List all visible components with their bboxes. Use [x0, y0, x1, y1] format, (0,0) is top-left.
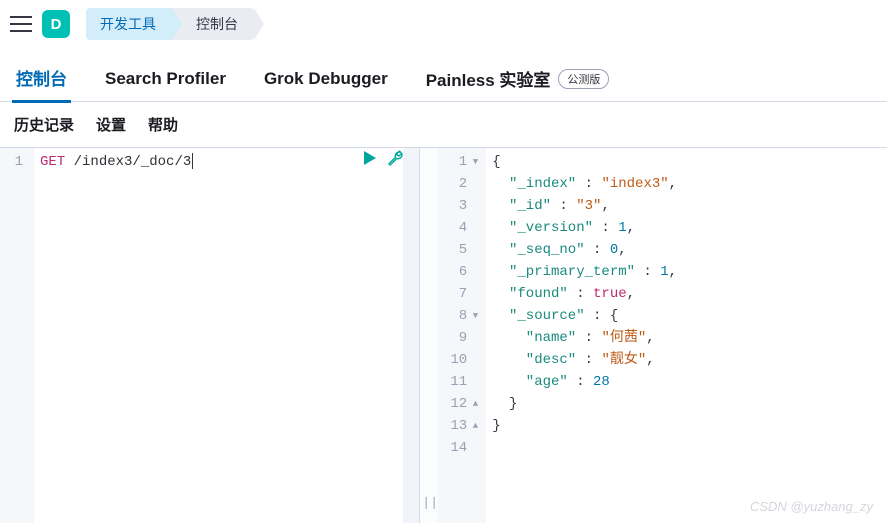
code-line: "found" : true,: [492, 283, 881, 305]
breadcrumb-dev-tools[interactable]: 开发工具: [86, 8, 172, 40]
tab-search-profiler[interactable]: Search Profiler: [101, 59, 230, 99]
line-number: 4: [442, 217, 482, 239]
line-number: 11: [442, 371, 482, 393]
code-line: {: [492, 151, 881, 173]
request-actions: [363, 150, 403, 166]
line-number: 2: [442, 173, 482, 195]
code-line: }: [492, 393, 881, 415]
subnav-history[interactable]: 历史记录: [14, 114, 74, 135]
editor-container: 1 GET /index3/_doc/3 ❘❘ 1▼2345678▼910111…: [0, 147, 887, 523]
tab-bar: 控制台 Search Profiler Grok Debugger Painle…: [0, 56, 887, 102]
wrench-icon[interactable]: [387, 150, 403, 166]
sub-nav: 历史记录 设置 帮助: [0, 102, 887, 147]
pane-splitter[interactable]: ❘❘: [420, 148, 438, 523]
line-number: 1: [4, 151, 23, 173]
subnav-settings[interactable]: 设置: [96, 114, 126, 135]
line-number: 7: [442, 283, 482, 305]
tab-console[interactable]: 控制台: [12, 55, 71, 103]
line-number: 9: [442, 327, 482, 349]
hamburger-icon[interactable]: [10, 16, 32, 32]
request-code[interactable]: GET /index3/_doc/3: [34, 148, 403, 523]
code-line: [492, 437, 881, 459]
code-line: "name" : "何茜",: [492, 327, 881, 349]
request-path: /index3/_doc/3: [74, 154, 192, 170]
code-line: "_primary_term" : 1,: [492, 261, 881, 283]
request-scrollbar[interactable]: [403, 148, 419, 523]
line-number: 14: [442, 437, 482, 459]
line-number: 6: [442, 261, 482, 283]
response-pane[interactable]: 1▼2345678▼9101112▲13▲14 { "_index" : "in…: [438, 148, 887, 523]
top-bar: D 开发工具 控制台: [0, 0, 887, 48]
code-line: "_seq_no" : 0,: [492, 239, 881, 261]
line-number: 10: [442, 349, 482, 371]
code-line: "age" : 28: [492, 371, 881, 393]
app-badge[interactable]: D: [42, 10, 70, 38]
code-line: "_version" : 1,: [492, 217, 881, 239]
breadcrumb: 开发工具 控制台: [86, 8, 254, 40]
line-number: 1▼: [442, 151, 482, 173]
tab-painless-lab[interactable]: Painless 实验室 公测版: [422, 56, 614, 101]
subnav-help[interactable]: 帮助: [148, 114, 178, 135]
code-line: "_id" : "3",: [492, 195, 881, 217]
line-number: 8▼: [442, 305, 482, 327]
request-pane[interactable]: 1 GET /index3/_doc/3: [0, 148, 420, 523]
watermark: CSDN @yuzhang_zy: [750, 499, 873, 514]
response-code[interactable]: { "_index" : "index3", "_id" : "3", "_ve…: [486, 148, 887, 523]
beta-badge: 公测版: [558, 69, 609, 89]
line-number: 12▲: [442, 393, 482, 415]
breadcrumb-console[interactable]: 控制台: [172, 8, 254, 40]
tab-grok-debugger[interactable]: Grok Debugger: [260, 59, 392, 99]
line-number: 3: [442, 195, 482, 217]
response-gutter: 1▼2345678▼9101112▲13▲14: [438, 148, 486, 523]
code-line: }: [492, 415, 881, 437]
code-line: "desc" : "靓女",: [492, 349, 881, 371]
request-gutter: 1: [0, 148, 34, 523]
http-method: GET: [40, 154, 65, 170]
code-line: "_source" : {: [492, 305, 881, 327]
tab-painless-lab-label: Painless 实验室: [426, 66, 551, 91]
line-number: 5: [442, 239, 482, 261]
text-cursor: [192, 153, 193, 169]
code-line: "_index" : "index3",: [492, 173, 881, 195]
run-icon[interactable]: [363, 150, 377, 166]
line-number: 13▲: [442, 415, 482, 437]
